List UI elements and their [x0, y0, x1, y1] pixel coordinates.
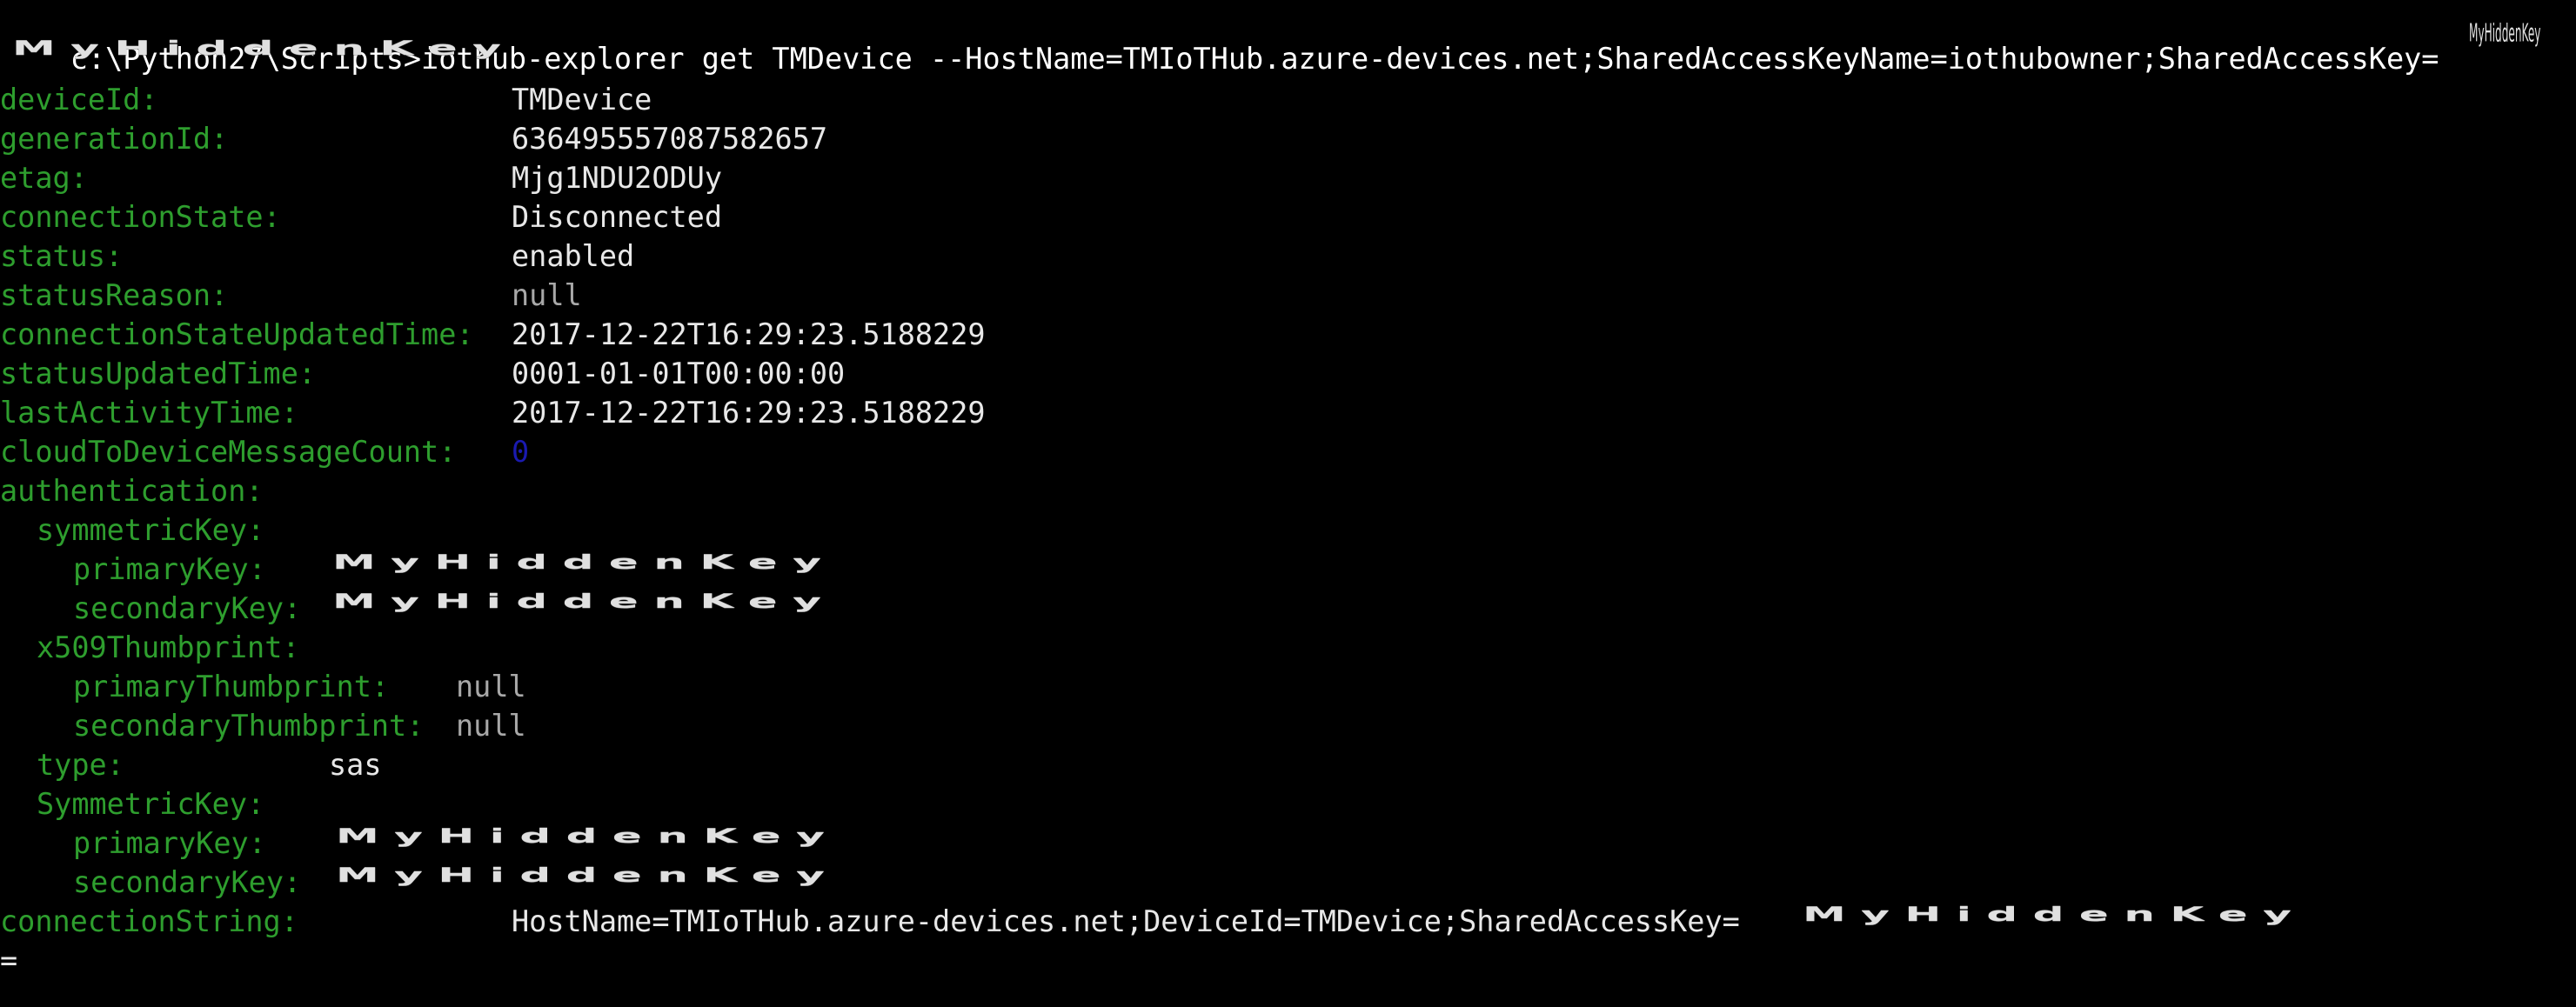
cloudtodevicemessagecount-key: cloudToDeviceMessageCount: [0, 435, 457, 469]
secondarykey-hidden-value: MyHiddenKey [332, 590, 837, 613]
etag-value: Mjg1NDU2ODUy [512, 161, 723, 195]
etag-key: etag: [0, 161, 88, 195]
lastactivitytime-key: lastActivityTime: [0, 396, 298, 430]
symmetrickey-key: symmetricKey: [37, 513, 265, 547]
connectionstring-hidden-key: MyHiddenKey [1803, 904, 2307, 926]
primarykey2-key: primaryKey: [73, 826, 266, 860]
command-line: c:\Python27\Scripts>iothub-explorer get … [0, 0, 2439, 76]
secondarykey-key: secondaryKey: [73, 591, 302, 625]
generationid-value: 636495557087582657 [512, 122, 828, 156]
connectionstate-key: connectionState: [0, 200, 281, 234]
symmetrickey2-key: SymmetricKey: [37, 787, 265, 821]
type-key: type: [37, 748, 124, 782]
primarykey-key: primaryKey: [73, 552, 266, 586]
status-value: enabled [512, 239, 635, 273]
connectionstring-value: HostName=TMIoTHub.azure-devices.net;Devi… [512, 904, 1740, 938]
secondarykey2-key: secondaryKey: [73, 865, 302, 899]
trailing-equals: = [0, 944, 18, 977]
statusreason-key: statusReason: [0, 278, 229, 312]
primarythumbprint-key: primaryThumbprint: [73, 670, 390, 704]
statusreason-value: null [512, 278, 582, 312]
deviceid-key: deviceId: [0, 83, 158, 117]
authentication-key: authentication: [0, 474, 264, 508]
secondarykey2-hidden-value: MyHiddenKey [336, 864, 840, 887]
hidden-key-inline: MyHiddenKey [2469, 20, 2541, 49]
connectionstateupdatedtime-value: 2017-12-22T16:29:23.5188229 [512, 317, 986, 351]
x509thumbprint-key: x509Thumbprint: [37, 630, 300, 664]
hidden-key-line: MyHiddenKey [12, 37, 517, 60]
generationid-key: generationId: [0, 122, 229, 156]
statusupdatedtime-key: statusUpdatedTime: [0, 357, 317, 390]
primarykey-hidden-value: MyHiddenKey [332, 551, 837, 574]
deviceid-value: TMDevice [512, 83, 652, 117]
primarykey2-hidden-value: MyHiddenKey [336, 825, 840, 848]
connectionstring-key: connectionString: [0, 904, 298, 938]
status-key: status: [0, 239, 124, 273]
secondarythumbprint-value: null [456, 709, 526, 743]
terminal-window[interactable]: c:\Python27\Scripts>iothub-explorer get … [0, 0, 2576, 1007]
type-value: sas [329, 748, 382, 782]
secondarythumbprint-key: secondaryThumbprint: [73, 709, 425, 743]
cloudtodevicemessagecount-value: 0 [512, 435, 530, 469]
primarythumbprint-value: null [456, 670, 526, 704]
connectionstateupdatedtime-key: connectionStateUpdatedTime: [0, 317, 474, 351]
lastactivitytime-value: 2017-12-22T16:29:23.5188229 [512, 396, 986, 430]
connectionstate-value: Disconnected [512, 200, 723, 234]
statusupdatedtime-value: 0001-01-01T00:00:00 [512, 357, 846, 390]
